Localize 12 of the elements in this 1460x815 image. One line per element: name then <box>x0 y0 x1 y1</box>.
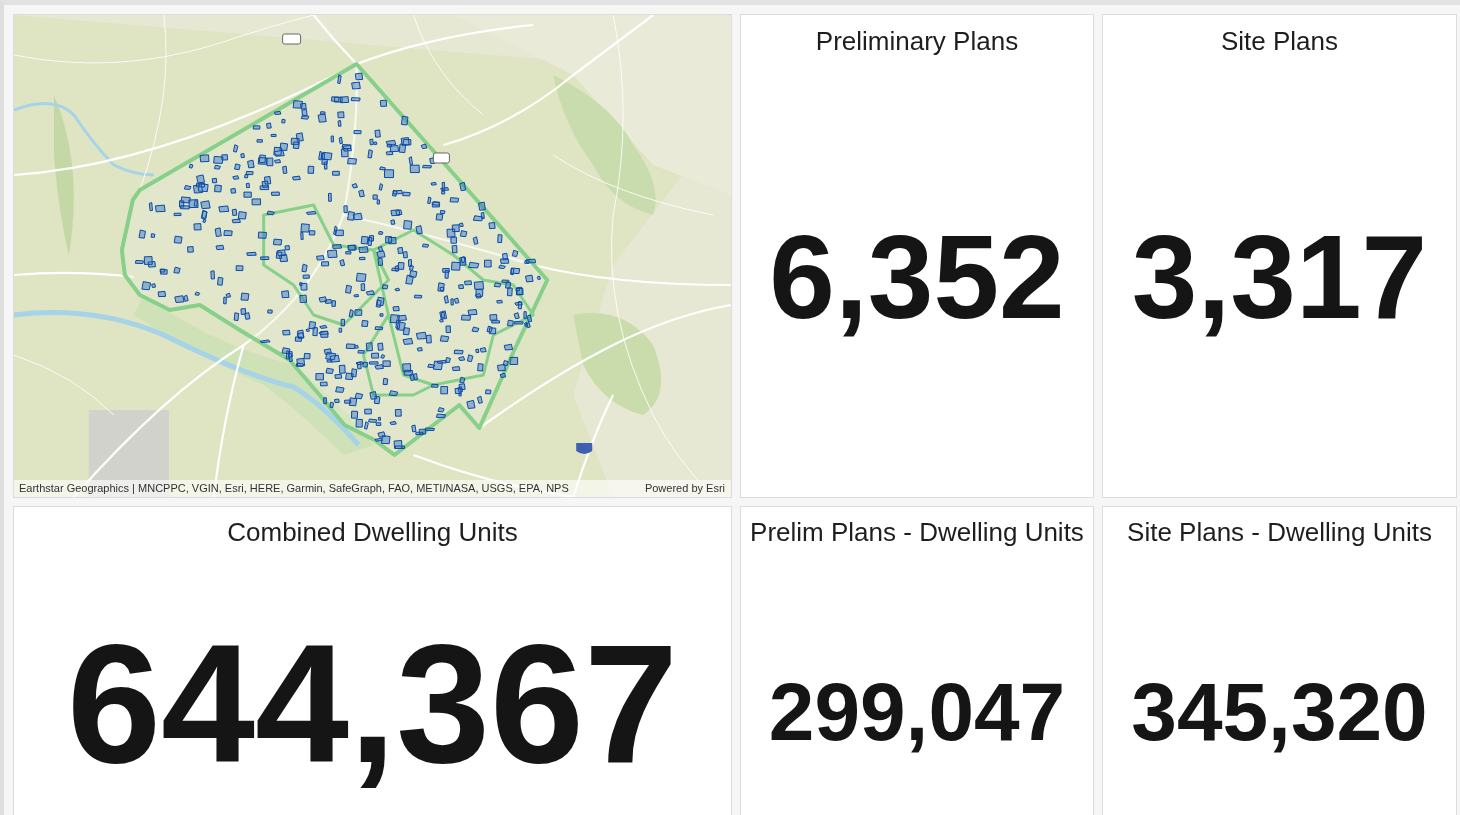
indicator-value: 6,352 <box>769 217 1065 336</box>
indicator-value: 644,367 <box>67 619 678 788</box>
attribution-text: Earthstar Geographics | MNCPPC, VGIN, Esri, HERE, Garmin, SafeGraph, FAO, METI/NASA, USGS, EPA, NPS <box>19 482 569 495</box>
powered-by-text: Powered by Esri <box>644 482 725 495</box>
indicator-title: Preliminary Plans <box>814 25 1020 56</box>
indicator-title: Site Plans <box>1219 25 1340 56</box>
indicator-value: 3,317 <box>1131 217 1428 336</box>
indicator-title: Site Plans - Dwelling Units <box>1126 516 1433 547</box>
indicator-title: Combined Dwelling Units <box>226 516 519 547</box>
indicator-value: 299,047 <box>768 671 1066 753</box>
indicator-value: 345,320 <box>1131 671 1428 753</box>
indicator-title: Prelim Plans - Dwelling Units <box>749 516 1085 547</box>
